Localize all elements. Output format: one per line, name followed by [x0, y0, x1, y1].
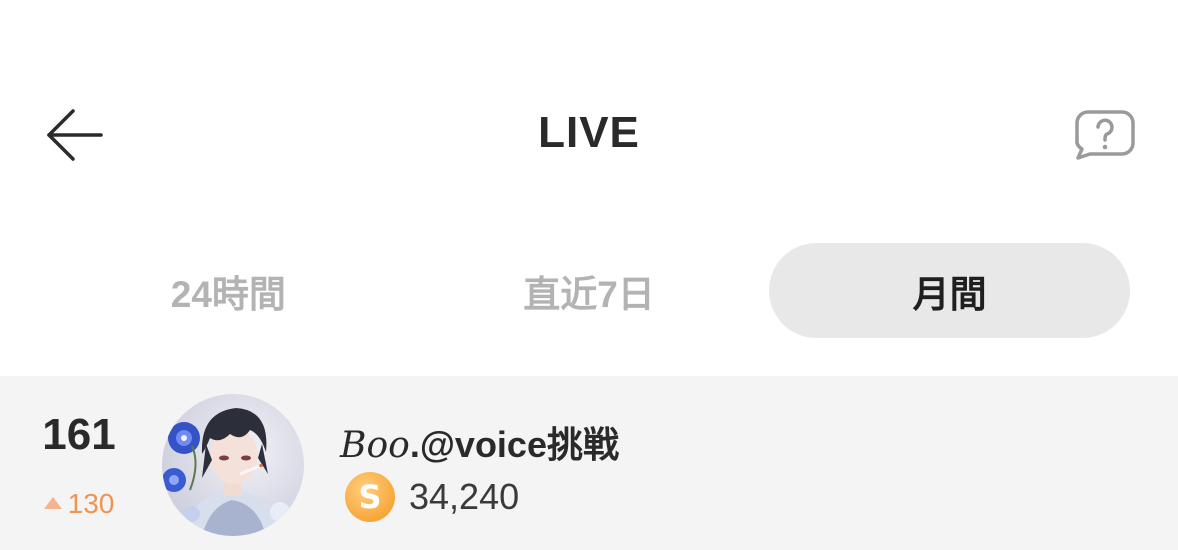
help-button[interactable] — [1072, 102, 1138, 168]
header: LIVE — [0, 90, 1178, 180]
question-bubble-icon — [1075, 110, 1135, 160]
coin-value: 34,240 — [409, 476, 520, 517]
ranking-row[interactable]: 161 130 Boo.@voice挑戦 S 34,240 — [0, 376, 1178, 550]
avatar[interactable] — [162, 394, 304, 536]
rank-up-icon — [43, 497, 62, 509]
period-tabs: 24時間 直近7日 月間 — [48, 243, 1131, 338]
tab-monthly[interactable]: 月間 — [769, 243, 1131, 338]
live-ranking-screen: LIVE 24時間 直近7日 月間 161 130 Boo.@voice挑戦 S… — [0, 0, 1178, 550]
coin-s-icon: S — [345, 472, 395, 522]
page-title: LIVE — [538, 108, 640, 157]
user-name[interactable]: Boo.@voice挑戦 — [340, 416, 619, 468]
tab-24h[interactable]: 24時間 — [48, 243, 409, 338]
avatar-image — [162, 394, 304, 536]
rank-change: 130 — [18, 488, 140, 520]
coin-total: S 34,240 — [345, 471, 519, 523]
rank-change-value: 130 — [67, 488, 115, 519]
user-name-rest: .@voice挑戦 — [409, 424, 619, 465]
rank-number: 161 — [42, 410, 116, 459]
user-name-script: Boo — [340, 425, 410, 466]
tab-7days[interactable]: 直近7日 — [409, 243, 770, 338]
